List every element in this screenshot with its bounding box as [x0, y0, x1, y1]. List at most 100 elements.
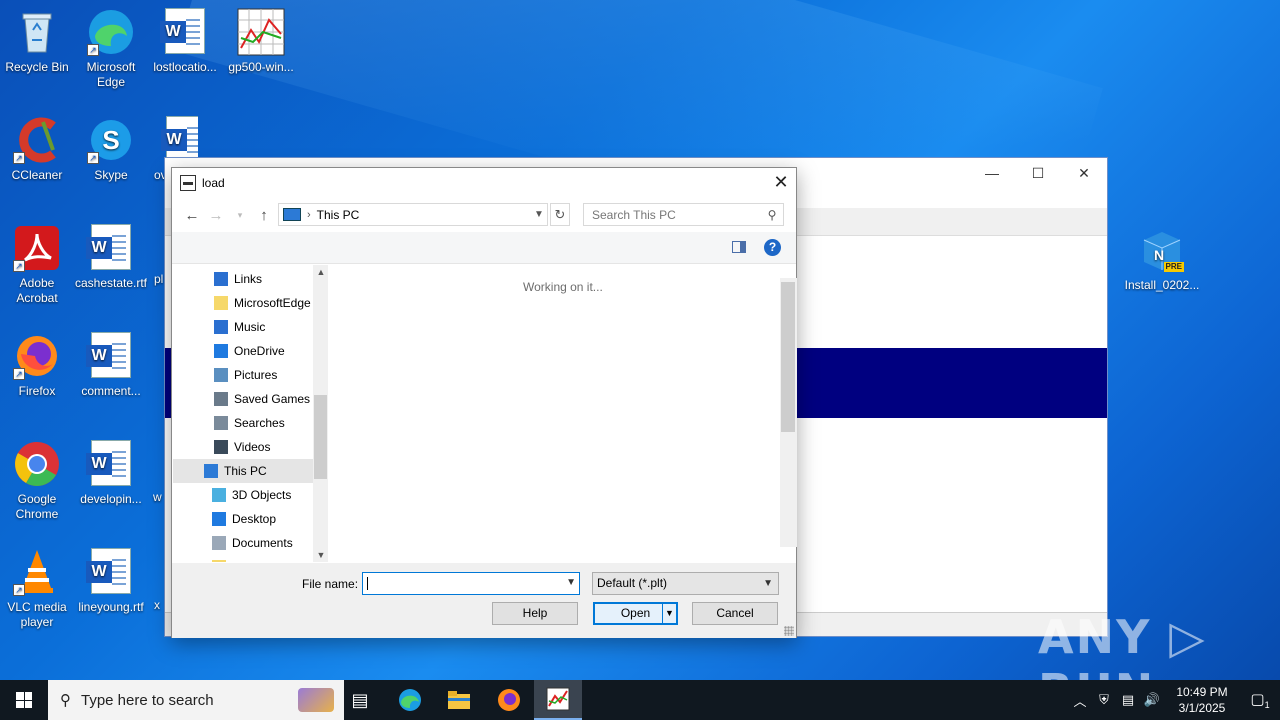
chevron-down-icon[interactable]: ▼	[531, 209, 547, 220]
recent-locations-chevron-icon[interactable]: ▾	[228, 210, 252, 221]
clock[interactable]: 10:49 PM 3/1/2025	[1164, 684, 1240, 716]
file-list-area[interactable]: Working on it...	[329, 265, 781, 562]
nav-item[interactable]: Links	[173, 267, 313, 291]
refresh-button[interactable]: ↻	[550, 203, 570, 226]
desktop-icon-developin[interactable]: W developin...	[74, 440, 148, 507]
windows-logo-icon	[16, 692, 32, 708]
chevron-down-icon[interactable]: ▼	[566, 577, 576, 588]
up-arrow-icon[interactable]: ↑	[252, 207, 276, 224]
open-split-arrow-icon[interactable]: ▼	[662, 604, 676, 623]
resize-grip-icon[interactable]	[784, 626, 794, 636]
nav-item-label: Music	[234, 320, 266, 334]
nav-item[interactable]: Videos	[173, 435, 313, 459]
onedrive-icon	[214, 344, 228, 358]
acrobat-icon: ↗	[13, 224, 61, 272]
nav-item[interactable]: Desktop	[173, 507, 313, 531]
desktop-icon-firefox[interactable]: ↗ Firefox	[0, 332, 74, 399]
preview-pane-icon[interactable]	[732, 241, 746, 253]
volume-icon[interactable]: 🔊	[1140, 692, 1164, 708]
minimize-button[interactable]: —	[969, 158, 1015, 188]
nav-item[interactable]: 3D Objects	[173, 483, 313, 507]
nav-scroll-thumb[interactable]	[314, 395, 327, 479]
desktop-icon-label: lineyoung.rtf	[78, 600, 144, 614]
file-explorer-icon[interactable]	[435, 680, 483, 720]
links-icon	[214, 272, 228, 286]
desktop-icon-comment[interactable]: W comment...	[74, 332, 148, 399]
start-button[interactable]	[0, 680, 48, 720]
notification-count: 1	[1264, 700, 1270, 710]
desktop-icon-w[interactable]: w	[148, 490, 164, 505]
desktop-icon-google-chrome[interactable]: Google Chrome	[0, 440, 74, 522]
nav-scrollbar[interactable]: ▲ ▼	[313, 265, 328, 562]
chevron-down-icon[interactable]: ▼	[763, 573, 773, 594]
load-dialog[interactable]: load ✕ ← → ▾ ↑ › This PC ▼ ↻ Search This…	[171, 167, 797, 638]
address-bar[interactable]: › This PC ▼	[278, 203, 548, 226]
scroll-down-icon[interactable]: ▼	[313, 550, 328, 560]
desktop-icon-label: pl	[154, 272, 164, 286]
network-icon[interactable]: ▤	[1116, 692, 1140, 708]
security-icon[interactable]: ⛨	[1092, 692, 1116, 708]
desktop-icon-x[interactable]: x	[148, 598, 164, 613]
desktop-icon-install[interactable]: N PRE Install_0202...	[1124, 226, 1200, 293]
desktop-icon-lostlocatio[interactable]: W lostlocatio...	[148, 8, 222, 75]
desktop-icon-adobe-acrobat[interactable]: ↗ Adobe Acrobat	[0, 224, 74, 306]
back-arrow-icon[interactable]: ←	[180, 207, 204, 224]
taskbar-chart-app-icon[interactable]	[534, 680, 582, 720]
nav-item[interactable]: Documents	[173, 531, 313, 555]
taskbar-search-box[interactable]: ⚲ Type here to search	[48, 680, 344, 720]
desktop-icon-edge[interactable]: ↗ Microsoft Edge	[74, 8, 148, 90]
nav-item[interactable]: Saved Games	[173, 387, 313, 411]
nav-item[interactable]: OneDrive	[173, 339, 313, 363]
word-document-icon: W	[161, 116, 198, 162]
nav-item[interactable]: Searches	[173, 411, 313, 435]
dialog-footer: File name: ▼ Default (*.plt) ▼ Help Open…	[172, 563, 796, 638]
breadcrumb-location[interactable]: This PC	[317, 208, 531, 222]
notification-center-icon[interactable]: ▢1	[1240, 690, 1280, 710]
desktop-icon-lineyoung[interactable]: W lineyoung.rtf	[74, 548, 148, 615]
desktop-icon-pl[interactable]: pl	[148, 272, 164, 287]
file-name-input[interactable]: ▼	[362, 572, 580, 595]
chevron-up-icon[interactable]: ︿	[1068, 691, 1092, 710]
desktop-icon-recycle-bin[interactable]: Recycle Bin	[0, 8, 74, 75]
nav-item[interactable]: Music	[173, 315, 313, 339]
desktop-icon-label: VLC media player	[7, 600, 67, 629]
dialog-close-button[interactable]: ✕	[766, 168, 796, 196]
desktop-icon-skype[interactable]: S ↗ Skype	[74, 116, 148, 183]
taskbar-firefox-icon[interactable]	[485, 680, 533, 720]
saved-games-icon	[214, 392, 228, 406]
taskbar-edge-icon[interactable]	[386, 680, 434, 720]
desktop-icon-label: Skype	[94, 168, 128, 182]
dialog-titlebar[interactable]: load	[172, 168, 796, 198]
file-type-select[interactable]: Default (*.plt) ▼	[592, 572, 779, 595]
maximize-button[interactable]: ☐	[1015, 158, 1061, 188]
desktop-icon-gp500[interactable]: gp500-win...	[224, 8, 298, 75]
videos-icon	[214, 440, 228, 454]
nav-item[interactable]: MicrosoftEdge	[173, 291, 313, 315]
task-view-icon[interactable]: ▤	[336, 680, 384, 720]
nav-item[interactable]: This PC	[173, 459, 313, 483]
nav-item[interactable]: Pictures	[173, 363, 313, 387]
cancel-button[interactable]: Cancel	[692, 602, 778, 625]
scroll-up-icon[interactable]: ▲	[313, 267, 328, 277]
desktop-icon-label: Recycle Bin	[5, 60, 69, 74]
nav-item-label: OneDrive	[234, 344, 285, 358]
desktop-icon-vlc[interactable]: ↗ VLC media player	[0, 548, 74, 630]
navigation-pane[interactable]: Links MicrosoftEdge Music OneDrive Pictures S…	[173, 265, 328, 562]
forward-arrow-icon[interactable]: →	[204, 207, 228, 224]
search-input[interactable]: Search This PC ⚲	[583, 203, 784, 226]
command-bar: ?	[172, 232, 796, 264]
open-button[interactable]: Open ▼	[593, 602, 678, 625]
help-button[interactable]: Help	[492, 602, 578, 625]
content-scrollbar[interactable]	[780, 278, 797, 547]
close-button[interactable]: ✕	[1061, 158, 1107, 188]
help-icon[interactable]: ?	[764, 239, 781, 256]
desktop-icon-ccleaner[interactable]: ↗ CCleaner	[0, 116, 74, 183]
desktop-icon-label: Firefox	[18, 384, 56, 398]
file-name-label: File name:	[302, 577, 359, 591]
chrome-icon	[13, 440, 61, 488]
desktop-icon-cashestate[interactable]: W cashestate.rtf	[74, 224, 148, 291]
desktop-icon-label: Google Chrome	[15, 492, 59, 521]
nav-item[interactable]: OneNote Not	[173, 555, 313, 562]
desktop-icon-label: gp500-win...	[228, 60, 294, 74]
content-scroll-thumb[interactable]	[781, 282, 795, 432]
